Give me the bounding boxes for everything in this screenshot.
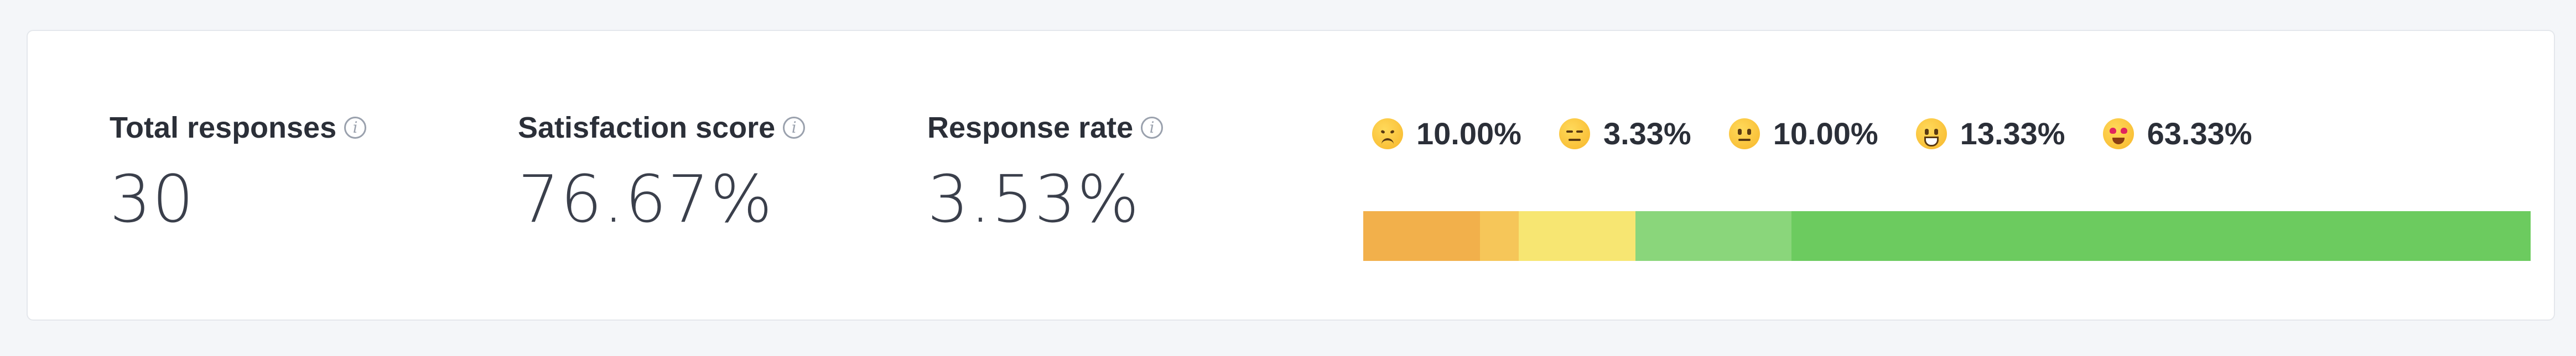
metric-value: 3.53% xyxy=(927,161,1140,237)
legend-item-grinning: 13.33% xyxy=(1915,114,2065,154)
metric-total-responses: Total responses i 30 xyxy=(110,108,367,238)
metric-label: Total responses i xyxy=(110,108,367,147)
metric-response-rate: Response rate i 3.53% xyxy=(927,108,1164,238)
bar-segment-neutral-face xyxy=(1519,211,1636,261)
bar-segment-expressionless-face xyxy=(1480,211,1519,261)
heart-eyes-face-icon xyxy=(2102,118,2134,149)
rating-distribution-bar xyxy=(1363,211,2531,261)
legend-item-neutral: 10.00% xyxy=(1728,114,1878,154)
legend-item-expressionless: 3.33% xyxy=(1559,114,1691,154)
metric-satisfaction-score: Satisfaction score i 76.67% xyxy=(518,108,806,238)
bar-segment-heart-eyes-face xyxy=(1791,211,2531,261)
legend-percent: 13.33% xyxy=(1960,116,2065,151)
rating-legend: 10.00% 3.33% 10.00% 13.33% 63.33% xyxy=(1372,114,2290,154)
disappointed-face-icon xyxy=(1372,118,1403,149)
metric-label: Response rate i xyxy=(927,108,1164,147)
metric-label: Satisfaction score i xyxy=(518,108,806,147)
info-icon[interactable]: i xyxy=(1141,117,1164,139)
legend-percent: 63.33% xyxy=(2147,116,2252,151)
bar-segment-grinning-face xyxy=(1635,211,1791,261)
legend-percent: 10.00% xyxy=(1773,116,1878,151)
metric-label-text: Total responses xyxy=(110,111,337,144)
info-icon[interactable]: i xyxy=(344,117,367,139)
metric-label-text: Response rate xyxy=(927,111,1134,144)
info-icon[interactable]: i xyxy=(783,117,806,139)
expressionless-face-icon xyxy=(1559,118,1590,149)
metric-label-text: Satisfaction score xyxy=(518,111,776,144)
legend-item-heart-eyes: 63.33% xyxy=(2102,114,2252,154)
bar-segment-disappointed-face xyxy=(1363,211,1480,261)
metric-value: 30 xyxy=(110,161,195,237)
csat-summary-card: Total responses i 30 Satisfaction score … xyxy=(27,30,2555,321)
legend-item-disappointed: 10.00% xyxy=(1372,114,1521,154)
neutral-face-icon xyxy=(1728,118,1760,149)
grinning-face-icon xyxy=(1915,118,1947,149)
metric-value: 76.67% xyxy=(518,161,773,237)
legend-percent: 10.00% xyxy=(1416,116,1521,151)
legend-percent: 3.33% xyxy=(1603,116,1691,151)
